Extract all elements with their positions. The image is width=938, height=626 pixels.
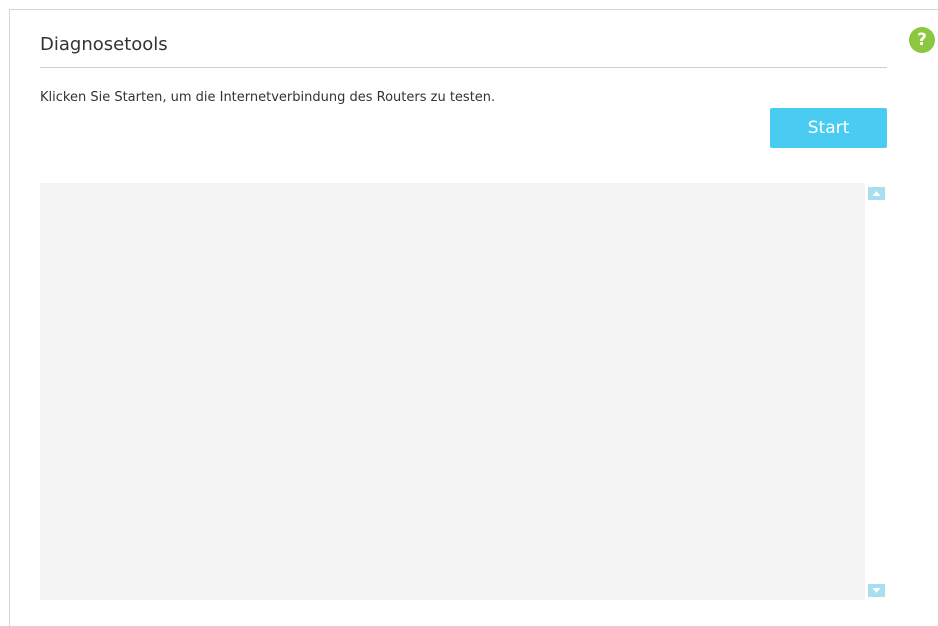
diagnostic-output-area[interactable] <box>40 183 865 600</box>
scroll-down-arrow-glyph <box>872 588 881 593</box>
panel-top-border <box>9 9 938 10</box>
section-title: Diagnosetools <box>40 34 168 55</box>
scroll-up-arrow-glyph <box>872 191 881 196</box>
scroll-up-arrow-icon[interactable] <box>868 187 885 200</box>
section-description: Klicken Sie Starten, um die Internetverb… <box>40 90 496 105</box>
help-icon[interactable]: ? <box>909 27 935 53</box>
title-divider <box>40 67 887 68</box>
start-button[interactable]: Start <box>770 108 887 148</box>
diagnostic-tools-page: ? Diagnosetools Klicken Sie Starten, um … <box>0 0 938 626</box>
scroll-down-arrow-icon[interactable] <box>868 584 885 597</box>
panel-left-border <box>9 9 10 626</box>
